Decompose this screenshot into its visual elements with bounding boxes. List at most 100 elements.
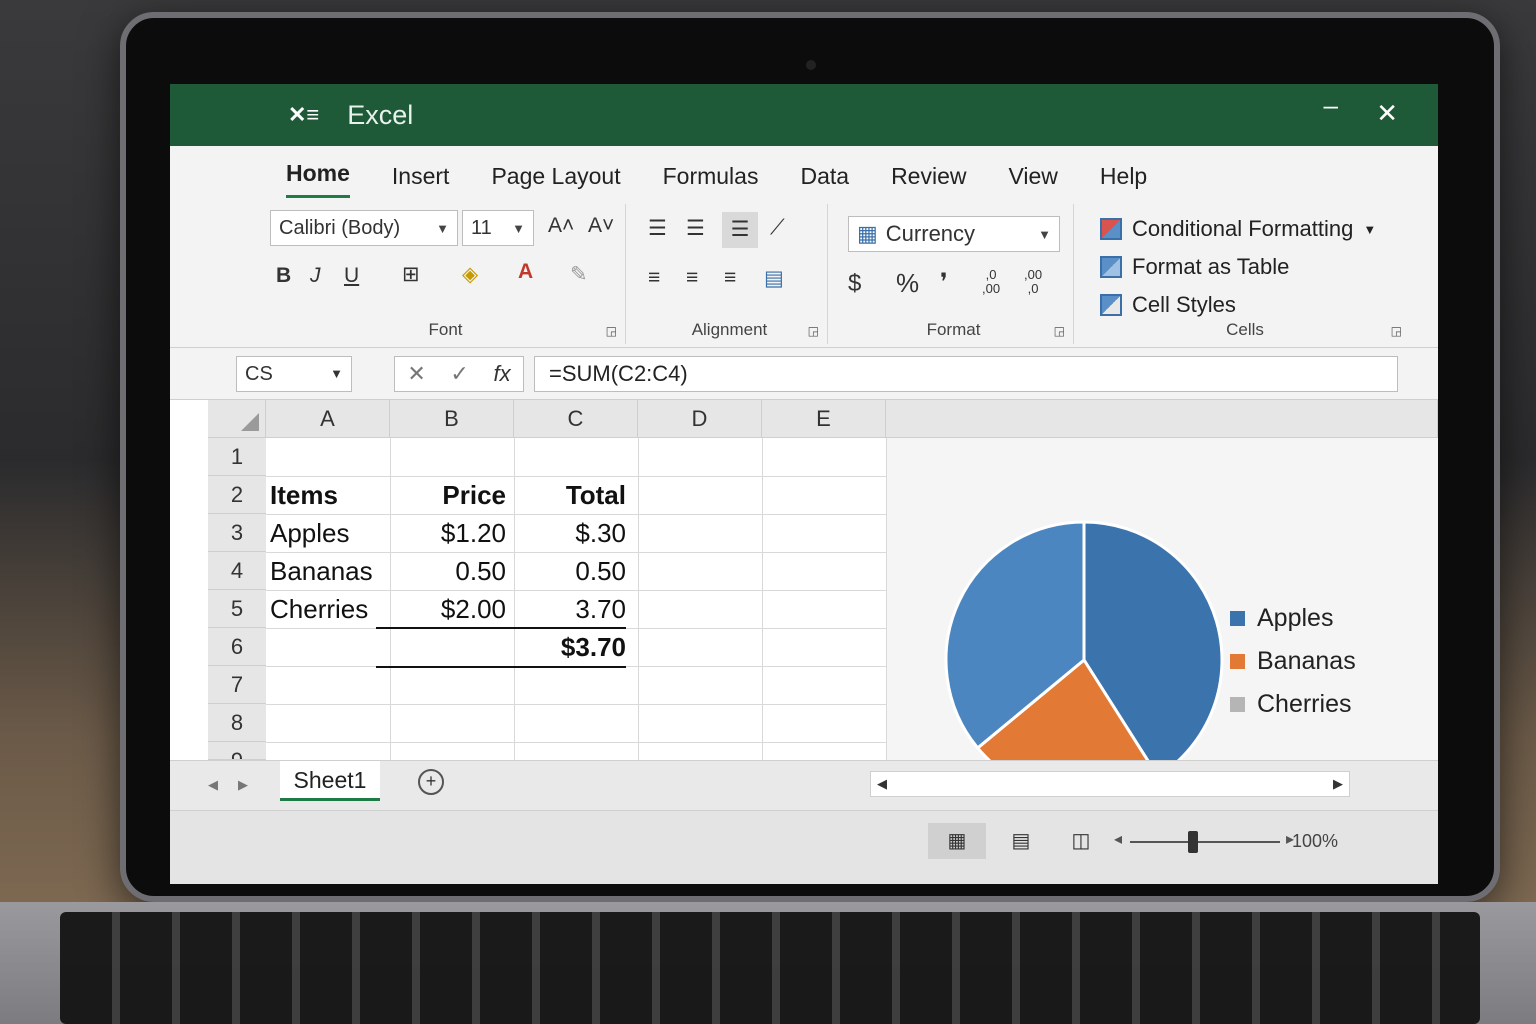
insert-function-icon[interactable]: fx <box>494 361 511 387</box>
align-bottom-icon[interactable]: ☰ <box>722 212 758 248</box>
decrease-decimal-button[interactable]: ,00 ,0 <box>1024 268 1042 296</box>
excel-window: ✕≡ Excel – ✕ Home Insert Page Layout For… <box>170 84 1438 884</box>
column-header-b[interactable]: B <box>390 400 514 438</box>
number-format-select[interactable]: ▦ Currency ▼ <box>848 216 1060 252</box>
cell-c4[interactable]: 0.50 <box>514 552 626 590</box>
cell-b3[interactable]: $1.20 <box>390 514 506 552</box>
dialog-launcher-icon[interactable]: ◲ <box>1054 324 1065 338</box>
normal-view-icon[interactable]: ▦ <box>928 823 986 859</box>
column-header-c[interactable]: C <box>514 400 638 438</box>
tab-data[interactable]: Data <box>800 163 849 198</box>
horizontal-scrollbar[interactable]: ◀ ▶ <box>870 771 1350 797</box>
conditional-formatting-button[interactable]: Conditional Formatting ▼ <box>1100 216 1376 242</box>
align-top-icon[interactable]: ☰ <box>648 216 667 241</box>
row-header-8[interactable]: 8 <box>208 704 266 742</box>
formula-input[interactable]: =SUM(C2:C4) <box>534 356 1398 392</box>
zoom-level[interactable]: 100% <box>1292 831 1338 852</box>
cell-b4[interactable]: 0.50 <box>390 552 506 590</box>
bold-button[interactable]: B <box>276 264 291 288</box>
chevron-down-icon: ▼ <box>1363 221 1377 237</box>
tab-page-layout[interactable]: Page Layout <box>491 163 620 198</box>
comma-style-button[interactable]: ❜ <box>940 268 948 297</box>
select-all-button[interactable] <box>208 400 266 438</box>
cell-c7-total[interactable]: $3.70 <box>514 628 626 666</box>
row-header-3[interactable]: 3 <box>208 514 266 552</box>
cell-styles-label: Cell Styles <box>1132 292 1236 317</box>
fill-color-icon[interactable]: ◈ <box>462 262 478 287</box>
underline-button[interactable]: U <box>344 264 359 288</box>
row-header-5[interactable]: 5 <box>208 590 266 628</box>
zoom-slider-thumb[interactable] <box>1188 831 1198 853</box>
cell-b5[interactable]: $2.00 <box>390 590 506 628</box>
legend-label: Bananas <box>1257 647 1356 675</box>
legend-item-apples: Apples <box>1230 604 1356 633</box>
cell-a2[interactable]: Items <box>270 476 338 514</box>
format-as-table-button[interactable]: Format as Table <box>1100 254 1289 280</box>
row-header-2[interactable]: 2 <box>208 476 266 514</box>
tab-home[interactable]: Home <box>286 160 350 198</box>
shrink-font-button[interactable]: A˅ <box>588 214 614 238</box>
tab-insert[interactable]: Insert <box>392 163 450 198</box>
clear-format-icon[interactable]: ✎ <box>570 262 588 287</box>
page-break-view-icon[interactable]: ◫ <box>1052 823 1110 859</box>
cell-a3[interactable]: Apples <box>270 514 350 552</box>
column-header-a[interactable]: A <box>266 400 390 438</box>
cell-a4[interactable]: Bananas <box>270 552 373 590</box>
font-family-select[interactable]: Calibri (Body) ▼ <box>270 210 458 246</box>
ribbon-tabs: Home Insert Page Layout Formulas Data Re… <box>170 146 1438 198</box>
scroll-left-icon[interactable]: ◀ <box>877 776 887 792</box>
tab-review[interactable]: Review <box>891 163 966 198</box>
percent-button[interactable]: % <box>896 268 919 299</box>
font-size-select[interactable]: 11 ▼ <box>462 210 534 246</box>
dialog-launcher-icon[interactable]: ◲ <box>606 324 617 338</box>
close-button[interactable]: ✕ <box>1376 98 1398 129</box>
scroll-right-icon[interactable]: ▶ <box>238 777 248 793</box>
ribbon: Calibri (Body) ▼ 11 ▼ A˄ A˅ B J U ⊞ ◈ A … <box>170 198 1438 348</box>
scroll-left-icon[interactable]: ◀ <box>208 777 218 793</box>
orientation-icon[interactable]: ⟋ <box>770 216 785 240</box>
tab-view[interactable]: View <box>1008 163 1057 198</box>
cell-styles-button[interactable]: Cell Styles <box>1100 292 1236 318</box>
increase-decimal-button[interactable]: ,0 ,00 <box>982 268 1000 296</box>
minimize-button[interactable]: – <box>1324 90 1338 121</box>
zoom-slider[interactable] <box>1130 841 1280 843</box>
row-header-4[interactable]: 4 <box>208 552 266 590</box>
currency-button[interactable]: $ <box>848 270 861 298</box>
cell-c2[interactable]: Total <box>514 476 626 514</box>
row-header-7[interactable]: 7 <box>208 666 266 704</box>
column-header-d[interactable]: D <box>638 400 762 438</box>
tab-help[interactable]: Help <box>1100 163 1147 198</box>
merge-center-icon[interactable]: ▤ <box>764 266 784 291</box>
font-color-icon[interactable]: A <box>518 260 533 284</box>
laptop-keyboard <box>0 902 1536 1024</box>
check-icon[interactable]: ✓ <box>450 361 468 387</box>
sheet-tab-sheet1[interactable]: Sheet1 <box>280 761 380 801</box>
dialog-launcher-icon[interactable]: ◲ <box>1391 324 1402 338</box>
italic-button[interactable]: J <box>310 264 321 288</box>
font-family-value: Calibri (Body) <box>279 216 401 239</box>
cancel-icon[interactable]: ✕ <box>407 361 425 387</box>
align-middle-icon[interactable]: ☰ <box>686 216 705 241</box>
add-sheet-button[interactable]: + <box>418 769 444 795</box>
dialog-launcher-icon[interactable]: ◲ <box>808 324 819 338</box>
column-header-e[interactable]: E <box>762 400 886 438</box>
row-header-1[interactable]: 1 <box>208 438 266 476</box>
cell-c5[interactable]: 3.70 <box>514 590 626 628</box>
borders-icon[interactable]: ⊞ <box>402 262 420 287</box>
name-box[interactable]: CS ▼ <box>236 356 352 392</box>
cell-b2[interactable]: Price <box>390 476 506 514</box>
grow-font-button[interactable]: A˄ <box>548 214 574 238</box>
align-center-icon[interactable]: ≡ <box>686 266 698 290</box>
align-right-icon[interactable]: ≡ <box>724 266 736 290</box>
row-header-9[interactable]: 9 <box>208 742 266 760</box>
tab-formulas[interactable]: Formulas <box>663 163 759 198</box>
cell-a5[interactable]: Cherries <box>270 590 368 628</box>
number-group-label: Format <box>926 320 981 339</box>
zoom-out-icon[interactable]: ◂ <box>1114 829 1122 849</box>
align-left-icon[interactable]: ≡ <box>648 266 660 290</box>
number-group: ▦ Currency ▼ $ % ❜ ,0 ,00 ,00 ,0 Format … <box>834 204 1074 344</box>
page-layout-view-icon[interactable]: ▤ <box>992 823 1050 859</box>
scroll-right-icon[interactable]: ▶ <box>1333 776 1343 792</box>
row-header-6[interactable]: 6 <box>208 628 266 666</box>
cell-c3[interactable]: $.30 <box>514 514 626 552</box>
